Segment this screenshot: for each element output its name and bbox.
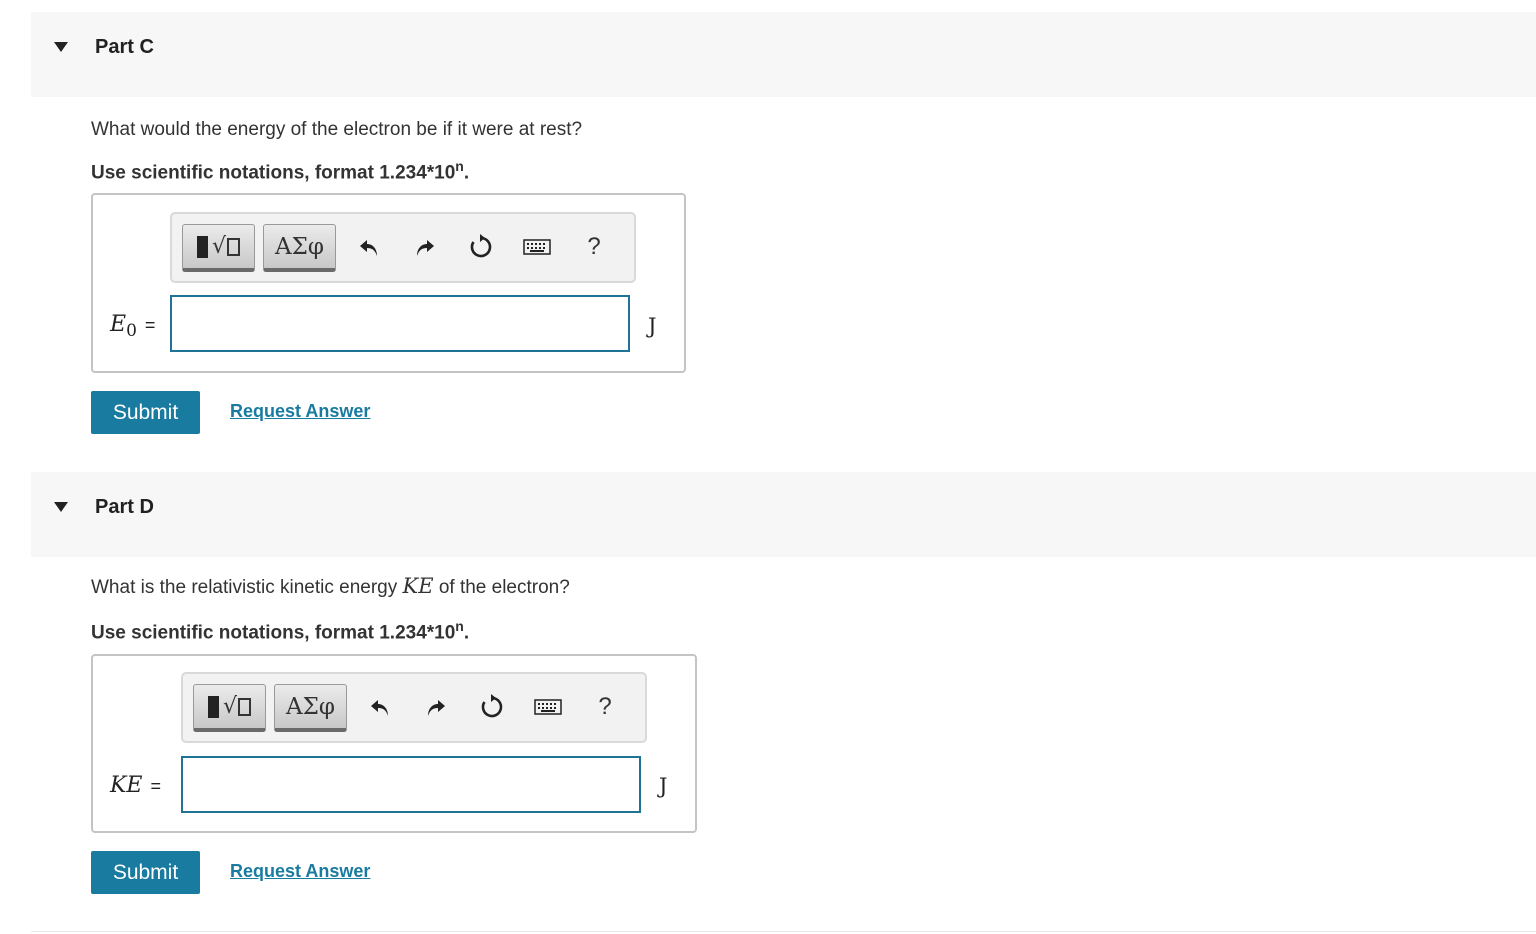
help-icon[interactable]: ? [579, 232, 609, 262]
template-box-icon [238, 697, 252, 716]
template-block-icon [207, 695, 219, 718]
part-title: Part C [95, 36, 154, 58]
template-block-icon [196, 235, 208, 258]
redo-icon[interactable] [421, 692, 451, 722]
math-toolbar: √ ΑΣφ ? [170, 212, 636, 283]
equation-label: E0 = [110, 312, 156, 341]
undo-icon[interactable] [365, 692, 395, 722]
divider [31, 931, 1536, 932]
answer-box: √ ΑΣφ ? E0 = J [91, 193, 686, 373]
undo-icon[interactable] [354, 232, 384, 262]
collapse-arrow-icon[interactable] [54, 42, 68, 52]
submit-button[interactable]: Submit [91, 851, 200, 894]
keyboard-icon[interactable] [522, 232, 552, 262]
answer-box: √ ΑΣφ ? KE = J [91, 654, 697, 833]
part-title: Part D [95, 496, 154, 518]
sqrt-icon: √ [211, 234, 227, 259]
unit-label: J [648, 314, 657, 338]
format-instruction: Use scientific notations, format 1.234*1… [91, 158, 470, 184]
keyboard-icon[interactable] [533, 692, 563, 722]
equation-label: KE = [110, 773, 162, 798]
template-box-icon [227, 237, 241, 256]
sqrt-icon: √ [222, 694, 238, 719]
question-text: What would the energy of the electron be… [91, 119, 583, 140]
unit-label: J [659, 774, 668, 798]
symbols-button[interactable]: ΑΣφ [274, 684, 347, 732]
request-answer-link[interactable]: Request Answer [230, 401, 370, 422]
templates-button[interactable]: √ [182, 224, 255, 272]
reset-icon[interactable] [466, 232, 496, 262]
question-text: What is the relativistic kinetic energy … [91, 574, 570, 598]
answer-input[interactable] [170, 295, 630, 352]
submit-button[interactable]: Submit [91, 391, 200, 434]
help-icon[interactable]: ? [590, 692, 620, 722]
reset-icon[interactable] [477, 692, 507, 722]
templates-button[interactable]: √ [193, 684, 266, 732]
math-toolbar: √ ΑΣφ ? [181, 672, 647, 743]
format-instruction: Use scientific notations, format 1.234*1… [91, 618, 470, 644]
part-d-header[interactable]: Part D [31, 472, 1536, 557]
collapse-arrow-icon[interactable] [54, 502, 68, 512]
part-c-header[interactable]: Part C [31, 12, 1536, 97]
symbols-button[interactable]: ΑΣφ [263, 224, 336, 272]
request-answer-link[interactable]: Request Answer [230, 861, 370, 882]
answer-input[interactable] [181, 756, 641, 813]
redo-icon[interactable] [410, 232, 440, 262]
